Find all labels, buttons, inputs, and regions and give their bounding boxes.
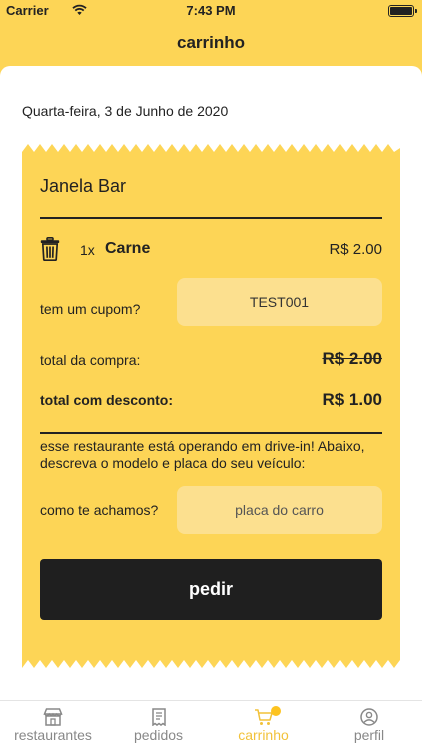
item-quantity: 1x xyxy=(80,242,95,258)
total-price: R$ 2.00 xyxy=(322,349,382,368)
discount-total-label: total com desconto: xyxy=(40,392,174,408)
tab-bar: restaurantes pedidos carrinho perfil xyxy=(0,700,422,750)
receipt-card: Janela Bar 1x Carne R$ 2.00 tem um cupom… xyxy=(22,144,400,668)
receipt-icon xyxy=(151,708,166,726)
status-bar: Carrier 7:43 PM xyxy=(0,0,422,22)
coupon-input[interactable] xyxy=(177,278,382,326)
tab-label: pedidos xyxy=(133,727,184,743)
car-label: como te achamos? xyxy=(40,502,159,518)
tab-perfil[interactable]: perfil xyxy=(316,701,422,750)
store-icon xyxy=(43,708,63,726)
item-name: Carne xyxy=(105,240,151,257)
coupon-label: tem um cupom? xyxy=(40,301,141,317)
order-button[interactable]: pedir xyxy=(40,559,382,620)
user-icon xyxy=(360,708,378,726)
clock: 7:43 PM xyxy=(186,3,236,18)
page-title: carrinho xyxy=(176,33,246,52)
total-label: total da compra: xyxy=(40,352,141,368)
trash-icon[interactable] xyxy=(40,237,60,261)
battery-icon xyxy=(388,5,417,17)
divider xyxy=(40,432,382,434)
car-plate-input[interactable] xyxy=(177,486,382,534)
cart-badge xyxy=(271,706,281,716)
discount-total-price: R$ 1.00 xyxy=(322,390,382,409)
tab-label: carrinho xyxy=(238,727,289,743)
item-price: R$ 2.00 xyxy=(329,241,382,258)
order-date: Quarta-feira, 3 de Junho de 2020 xyxy=(22,103,229,119)
tab-restaurantes[interactable]: restaurantes xyxy=(0,701,106,750)
tab-label: perfil xyxy=(353,727,385,743)
cart-content: Quarta-feira, 3 de Junho de 2020 Janela … xyxy=(0,66,422,700)
restaurant-name: Janela Bar xyxy=(40,176,127,196)
drive-in-notice: esse restaurante está operando em drive-… xyxy=(40,438,365,471)
tab-carrinho[interactable]: carrinho xyxy=(211,701,316,750)
tab-label: restaurantes xyxy=(14,727,92,743)
divider xyxy=(40,217,382,219)
tab-pedidos[interactable]: pedidos xyxy=(106,701,211,750)
